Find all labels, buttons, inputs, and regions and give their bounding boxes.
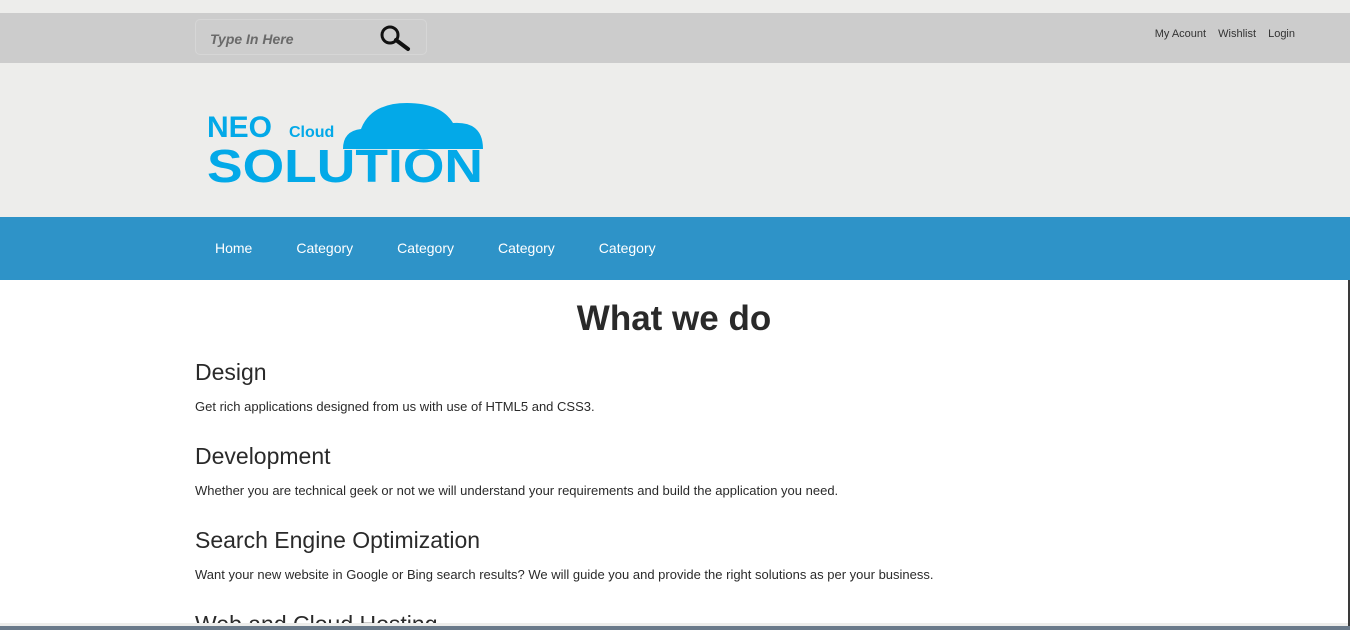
section-development: Development Whether you are technical ge… — [195, 442, 1348, 500]
section-heading: Web and Cloud Hosting — [195, 610, 1348, 623]
nav-category-1[interactable]: Category — [274, 217, 375, 280]
search-input[interactable] — [208, 26, 362, 52]
section-heading: Design — [195, 359, 267, 385]
logo-cloud: Cloud — [289, 124, 334, 141]
section-seo: Search Engine Optimization Want your new… — [195, 526, 1348, 584]
section-heading: Search Engine Optimization — [195, 527, 481, 553]
section-hosting: Web and Cloud Hosting — [195, 610, 1348, 623]
taskbar — [0, 626, 1350, 630]
top-strip — [0, 0, 1350, 13]
nav-category-3[interactable]: Category — [476, 217, 577, 280]
section-design: Design Get rich applications designed fr… — [195, 358, 1348, 416]
search-box — [195, 19, 427, 55]
nav-category-2[interactable]: Category — [375, 217, 476, 280]
nav-home[interactable]: Home — [193, 217, 274, 280]
section-heading: Development — [195, 443, 331, 469]
search-icon[interactable] — [378, 24, 412, 52]
login-link[interactable]: Login — [1268, 28, 1295, 40]
account-links: My Acount Wishlist Login — [1146, 28, 1295, 40]
top-bar: My Acount Wishlist Login — [0, 13, 1350, 63]
section-text: Whether you are technical geek or not we… — [195, 483, 839, 498]
section-text: Want your new website in Google or Bing … — [195, 567, 934, 582]
section-text: Get rich applications designed from us w… — [195, 399, 595, 414]
page-title: What we do — [576, 299, 772, 338]
logo-solution: SOLUTION — [207, 140, 483, 189]
main-content: What we do Design Get rich applications … — [0, 280, 1348, 623]
header: NEO Cloud SOLUTION — [0, 63, 1350, 217]
wishlist-link[interactable]: Wishlist — [1218, 28, 1256, 40]
logo[interactable]: NEO Cloud SOLUTION — [207, 101, 487, 189]
main-nav: Home Category Category Category Category — [0, 217, 1350, 280]
my-account-link[interactable]: My Acount — [1155, 28, 1206, 40]
nav-category-4[interactable]: Category — [577, 217, 678, 280]
